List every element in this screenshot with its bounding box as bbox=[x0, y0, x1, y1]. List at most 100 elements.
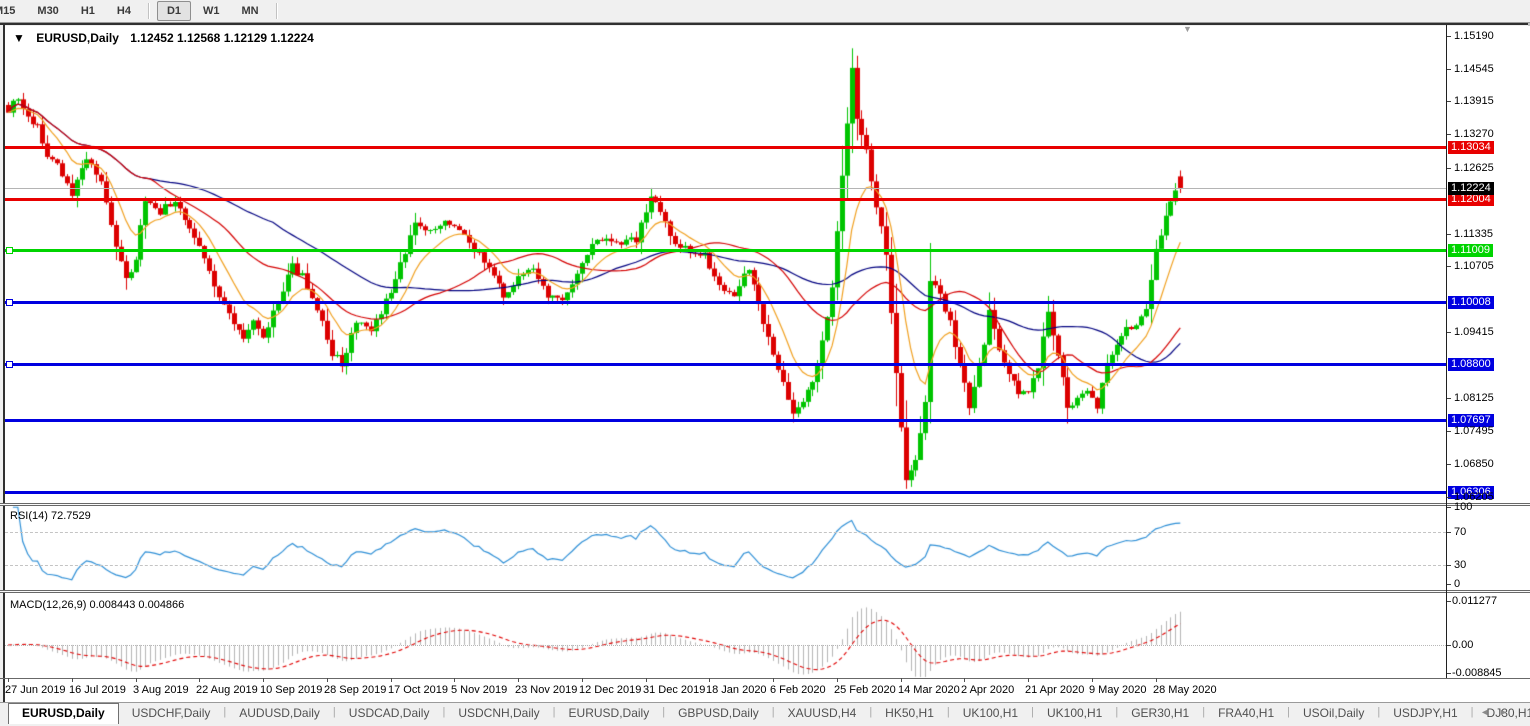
price-axis-tick-dash bbox=[1447, 69, 1451, 70]
price-axis-tick-dash bbox=[1447, 398, 1451, 399]
rsi-indicator-label: RSI(14) 72.7529 bbox=[10, 510, 91, 522]
chart-tab-usoil-daily[interactable]: USOil,Daily bbox=[1290, 703, 1377, 723]
bid-price-line bbox=[5, 188, 1446, 189]
tab-scroll-right-icon[interactable]: ► bbox=[1499, 707, 1518, 717]
pane-separator[interactable] bbox=[0, 592, 1530, 593]
date-axis-label: 31 Dec 2019 bbox=[643, 684, 705, 696]
date-axis-label: 2 Apr 2020 bbox=[961, 684, 1014, 696]
price-chart-canvas[interactable] bbox=[5, 26, 1446, 503]
rsi-axis-tick-dash bbox=[1447, 565, 1451, 566]
macd-chart-canvas[interactable] bbox=[5, 593, 1446, 678]
mt4-terminal: M15M30H1H4D1W1MN 1.130341.120041.110091.… bbox=[0, 0, 1530, 725]
hline-1.07697[interactable] bbox=[5, 419, 1446, 422]
date-axis-label: 23 Nov 2019 bbox=[515, 684, 577, 696]
chart-dropdown-icon[interactable]: ▼ bbox=[13, 31, 25, 45]
chart-tab-usdcad-daily[interactable]: USDCAD,Daily bbox=[336, 703, 443, 723]
hline-1.12004[interactable] bbox=[5, 198, 1446, 201]
hline-handle-left-1.11009[interactable] bbox=[6, 247, 13, 254]
hline-1.08800[interactable] bbox=[5, 363, 1446, 366]
timeframe-button-w1[interactable]: W1 bbox=[193, 1, 230, 21]
pane-separator[interactable] bbox=[0, 505, 1530, 506]
date-axis-tick bbox=[646, 678, 647, 682]
date-axis-label: 28 Sep 2019 bbox=[324, 684, 386, 696]
price-axis-tick: 1.11335 bbox=[1454, 228, 1493, 240]
date-axis-border bbox=[0, 678, 1530, 679]
date-axis-label: 14 Mar 2020 bbox=[898, 684, 960, 696]
macd-axis-tick: 0.011277 bbox=[1452, 595, 1497, 607]
timeframe-button-h4[interactable]: H4 bbox=[107, 1, 141, 21]
price-axis-tick: 1.10705 bbox=[1454, 260, 1494, 272]
chart-ohlc-quotes: 1.12452 1.12568 1.12129 1.12224 bbox=[130, 31, 314, 45]
macd-axis-tick: -0.008845 bbox=[1452, 667, 1502, 679]
timeframe-button-h1[interactable]: H1 bbox=[71, 1, 105, 21]
rsi-axis-tick-dash bbox=[1447, 532, 1451, 533]
chart-tab-usdjpy-h1[interactable]: USDJPY,H1 bbox=[1380, 703, 1470, 723]
rsi-chart-canvas[interactable] bbox=[5, 506, 1446, 590]
date-axis-label: 12 Dec 2019 bbox=[579, 684, 641, 696]
date-axis-tick bbox=[8, 678, 9, 682]
date-axis-tick bbox=[901, 678, 902, 682]
rsi-axis-tick-dash bbox=[1447, 507, 1451, 508]
hline-1.13034[interactable] bbox=[5, 146, 1446, 149]
date-axis-label: 10 Sep 2019 bbox=[260, 684, 322, 696]
chart-tab-hk50-h1[interactable]: HK50,H1 bbox=[872, 703, 947, 723]
chart-symbol-period: EURUSD,Daily bbox=[36, 31, 119, 45]
date-axis-label: 6 Feb 2020 bbox=[770, 684, 826, 696]
chart-tab-gbpusd-daily[interactable]: GBPUSD,Daily bbox=[665, 703, 772, 723]
date-axis-label: 25 Feb 2020 bbox=[834, 684, 896, 696]
price-axis-tick-dash bbox=[1447, 266, 1451, 267]
date-axis-tick bbox=[263, 678, 264, 682]
chart-window-top-border bbox=[0, 23, 1530, 25]
window-overflow-arrow-icon[interactable]: ▼ bbox=[1183, 24, 1192, 34]
timeframe-button-mn[interactable]: MN bbox=[232, 1, 269, 21]
chart-tab-eurusd-daily[interactable]: EURUSD,Daily bbox=[8, 703, 119, 724]
date-axis-label: 27 Jun 2019 bbox=[5, 684, 66, 696]
chart-tab-usdchf-daily[interactable]: USDCHF,Daily bbox=[119, 703, 224, 723]
chart-tab-fra40-h1[interactable]: FRA40,H1 bbox=[1205, 703, 1287, 723]
chart-tab-xauusd-h4[interactable]: XAUUSD,H4 bbox=[775, 703, 870, 723]
date-axis-label: 21 Apr 2020 bbox=[1025, 684, 1084, 696]
chart-title: ▼ EURUSD,Daily 1.12452 1.12568 1.12129 1… bbox=[13, 31, 314, 45]
date-axis-tick bbox=[136, 678, 137, 682]
date-axis-label: 3 Aug 2019 bbox=[133, 684, 189, 696]
date-axis-label: 9 May 2020 bbox=[1089, 684, 1146, 696]
tab-scroll-arrows: ◄► bbox=[1480, 707, 1518, 717]
date-axis-tick bbox=[773, 678, 774, 682]
date-axis-label: 5 Nov 2019 bbox=[451, 684, 507, 696]
price-axis-tick-dash bbox=[1447, 134, 1451, 135]
macd-axis-tick-dash bbox=[1447, 645, 1451, 646]
chart-tab-bar: EURUSD,DailyUSDCHF,Daily|AUDUSD,Daily|US… bbox=[0, 702, 1530, 726]
macd-axis-tick-dash bbox=[1447, 673, 1451, 674]
toolbar-separator bbox=[276, 3, 278, 19]
price-axis-tick-dash bbox=[1447, 497, 1451, 498]
timeframe-button-m30[interactable]: M30 bbox=[27, 1, 68, 21]
date-axis-label: 16 Jul 2019 bbox=[69, 684, 126, 696]
rsi-level-30-line bbox=[5, 565, 1446, 566]
date-axis-tick bbox=[454, 678, 455, 682]
tab-scroll-left-icon[interactable]: ◄ bbox=[1480, 707, 1499, 717]
date-axis-label: 22 Aug 2019 bbox=[196, 684, 258, 696]
price-axis-tick-dash bbox=[1447, 36, 1451, 37]
price-axis-tick: 1.13915 bbox=[1454, 95, 1494, 107]
chart-tab-ger30-h1[interactable]: GER30,H1 bbox=[1118, 703, 1202, 723]
date-axis-tick bbox=[1156, 678, 1157, 682]
chart-tab-eurusd-daily[interactable]: EURUSD,Daily bbox=[556, 703, 663, 723]
hline-handle-left-1.10008[interactable] bbox=[6, 299, 13, 306]
timeframe-toolbar: M15M30H1H4 D1W1MN bbox=[0, 0, 1530, 23]
hline-handle-left-1.08800[interactable] bbox=[6, 361, 13, 368]
date-axis-label: 17 Oct 2019 bbox=[388, 684, 448, 696]
date-axis-tick bbox=[1028, 678, 1029, 682]
timeframe-button-m15[interactable]: M15 bbox=[0, 1, 25, 21]
rsi-level-70-line bbox=[5, 532, 1446, 533]
chart-tab-audusd-daily[interactable]: AUDUSD,Daily bbox=[226, 703, 333, 723]
chart-tab-uk100-h1[interactable]: UK100,H1 bbox=[1034, 703, 1115, 723]
hline-1.06306[interactable] bbox=[5, 491, 1446, 494]
chart-tab-usdcnh-daily[interactable]: USDCNH,Daily bbox=[445, 703, 552, 723]
price-axis-tick-dash bbox=[1447, 101, 1451, 102]
chart-tab-uk100-h1[interactable]: UK100,H1 bbox=[950, 703, 1031, 723]
timeframe-button-d1[interactable]: D1 bbox=[157, 1, 191, 21]
hline-1.11009[interactable] bbox=[5, 249, 1446, 252]
hline-1.10008[interactable] bbox=[5, 301, 1446, 304]
price-axis-tick: 1.07495 bbox=[1454, 425, 1494, 437]
price-axis-tick-dash bbox=[1447, 431, 1451, 432]
